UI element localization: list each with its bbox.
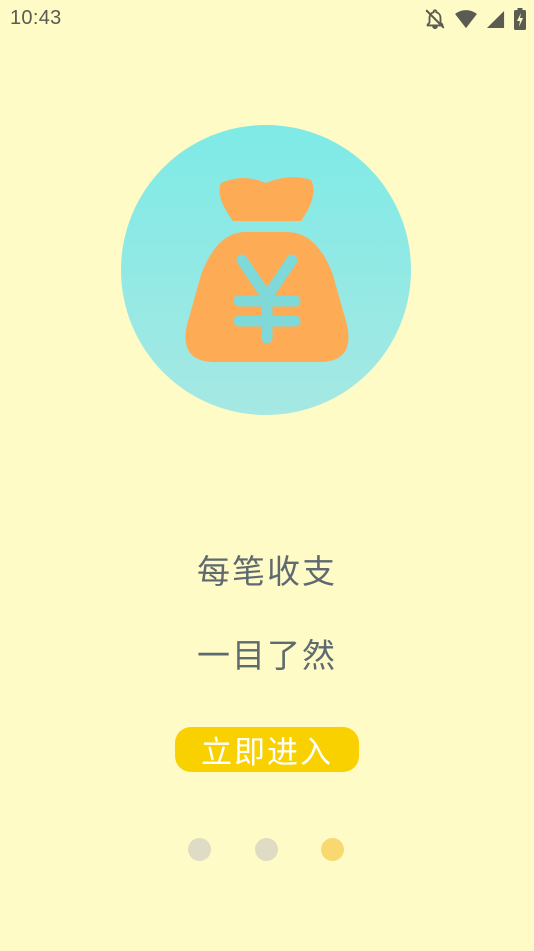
status-time: 10:43 xyxy=(10,7,62,29)
headline-line-2: 一目了然 xyxy=(197,636,337,675)
splash-screen: 10:43 每笔收支 一目了然 立即进入 xyxy=(0,0,534,951)
page-indicator-dot-1 xyxy=(188,838,211,861)
cellular-signal-icon xyxy=(486,10,505,29)
money-bag-illustration xyxy=(121,125,411,415)
notifications-off-icon xyxy=(424,8,446,30)
status-icons xyxy=(424,6,526,32)
status-bar: 10:43 xyxy=(0,0,534,38)
page-indicator-dot-3 xyxy=(321,838,344,861)
wifi-icon xyxy=(455,9,477,29)
enter-now-button[interactable]: 立即进入 xyxy=(175,727,359,772)
page-indicator-dot-2 xyxy=(255,838,278,861)
headline-line-1: 每笔收支 xyxy=(197,552,337,591)
battery-charging-icon xyxy=(514,8,526,30)
